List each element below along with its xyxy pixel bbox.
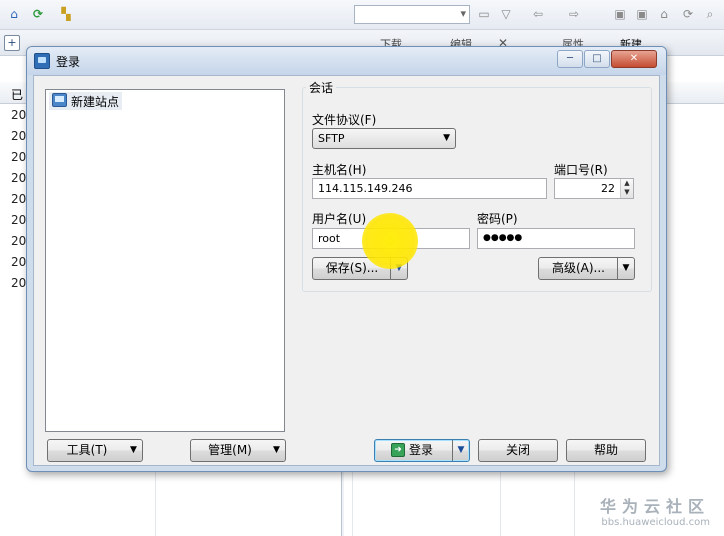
port-value: 22 bbox=[601, 182, 615, 195]
refresh-icon[interactable]: ⟳ bbox=[30, 6, 46, 22]
tools-dropdown-icon[interactable]: ▼ bbox=[125, 440, 142, 461]
advanced-button-label: 高级(A)... bbox=[551, 261, 606, 275]
minimize-button[interactable]: ─ bbox=[557, 50, 583, 68]
home-icon[interactable]: ⌂ bbox=[6, 6, 22, 22]
protocol-select[interactable]: SFTP bbox=[312, 128, 456, 149]
close-window-button[interactable]: ✕ bbox=[611, 50, 657, 68]
close-button[interactable]: 关闭 bbox=[478, 439, 558, 462]
forward-icon[interactable]: ⇨ bbox=[566, 6, 582, 22]
file-row[interactable]: 20 bbox=[11, 129, 26, 143]
app-icon bbox=[34, 53, 50, 69]
manage-button[interactable]: 管理(M) ▼ bbox=[190, 439, 286, 462]
site-icon bbox=[52, 93, 67, 107]
tree-item-new-site[interactable]: 新建站点 bbox=[49, 92, 123, 110]
user-label: 用户名(U) bbox=[312, 212, 367, 226]
port-spinner[interactable]: ▲ ▼ bbox=[620, 179, 633, 198]
file-row[interactable]: 20 bbox=[11, 171, 26, 185]
advanced-button[interactable]: 高级(A)... ▼ bbox=[538, 257, 635, 280]
site-tree[interactable]: 新建站点 bbox=[45, 89, 285, 432]
file-row[interactable]: 20 bbox=[11, 108, 26, 122]
tree-item-label: 新建站点 bbox=[71, 95, 120, 109]
host-label: 主机名(H) bbox=[312, 163, 367, 177]
root-folder-icon[interactable]: ▣ bbox=[634, 6, 650, 22]
port-input[interactable]: 22 ▲ ▼ bbox=[554, 178, 634, 199]
login-dropdown-icon[interactable]: ▼ bbox=[452, 440, 469, 461]
maximize-button[interactable]: □ bbox=[584, 50, 610, 68]
password-input[interactable]: ●●●●● bbox=[477, 228, 635, 249]
file-row[interactable]: 20 bbox=[11, 255, 26, 269]
filter-icon[interactable]: ▽ bbox=[498, 6, 514, 22]
file-row[interactable]: 20 bbox=[11, 150, 26, 164]
session-group-label: 会话 bbox=[306, 79, 337, 96]
path-dropdown[interactable] bbox=[354, 5, 470, 24]
file-row[interactable]: 20 bbox=[11, 192, 26, 206]
advanced-dropdown-icon[interactable]: ▼ bbox=[617, 258, 634, 279]
file-row[interactable]: 20 bbox=[11, 234, 26, 248]
find-icon[interactable]: ⌕ bbox=[702, 6, 718, 22]
protocol-label: 文件协议(F) bbox=[312, 113, 377, 127]
manage-button-label: 管理(M) bbox=[208, 443, 252, 457]
password-label: 密码(P) bbox=[477, 212, 518, 226]
tools-button-label: 工具(T) bbox=[66, 443, 108, 457]
watermark-url: bbs.huaweicloud.com bbox=[601, 517, 710, 528]
refresh-remote-icon[interactable]: ⟳ bbox=[680, 6, 696, 22]
sync-icon[interactable]: ▚ bbox=[58, 6, 74, 22]
manage-dropdown-icon[interactable]: ▼ bbox=[268, 440, 285, 461]
login-button[interactable]: ➜ 登录 ▼ bbox=[374, 439, 470, 462]
login-button-label: 登录 bbox=[408, 443, 433, 457]
dialog-title: 登录 bbox=[56, 55, 81, 69]
back-icon[interactable]: ⇦ bbox=[530, 6, 546, 22]
plus-icon[interactable]: + bbox=[4, 35, 20, 51]
help-button[interactable]: 帮助 bbox=[566, 439, 646, 462]
parent-folder-icon[interactable]: ▣ bbox=[612, 6, 628, 22]
watermark-title: 华为云社区 bbox=[599, 497, 710, 516]
file-row[interactable]: 20 bbox=[11, 213, 26, 227]
folder-icon[interactable]: ▭ bbox=[476, 6, 492, 22]
dialog-client: 新建站点 会话 文件协议(F) SFTP 主机名(H) 114.115.149.… bbox=[33, 75, 660, 466]
host-input[interactable]: 114.115.149.246 bbox=[312, 178, 547, 199]
home-folder-icon[interactable]: ⌂ bbox=[656, 6, 672, 22]
main-toolbar: ⌂ ⟳ ▚ ▭ ▽ ⇦ ⇨ ▣ ▣ ⌂ ⟳ ⌕ bbox=[0, 0, 724, 30]
login-dialog: 登录 ─ □ ✕ 新建站点 会话 文件协议(F) SFTP 主机名(H) 114… bbox=[26, 46, 667, 472]
port-label: 端口号(R) bbox=[554, 163, 608, 177]
dialog-titlebar[interactable]: 登录 ─ □ ✕ bbox=[27, 47, 666, 75]
cursor-highlight bbox=[362, 213, 418, 269]
file-row[interactable]: 20 bbox=[11, 276, 26, 290]
watermark: 华为云社区 bbs.huaweicloud.com bbox=[600, 493, 710, 528]
tools-button[interactable]: 工具(T) ▼ bbox=[47, 439, 143, 462]
local-header-label: 已 bbox=[11, 88, 24, 102]
